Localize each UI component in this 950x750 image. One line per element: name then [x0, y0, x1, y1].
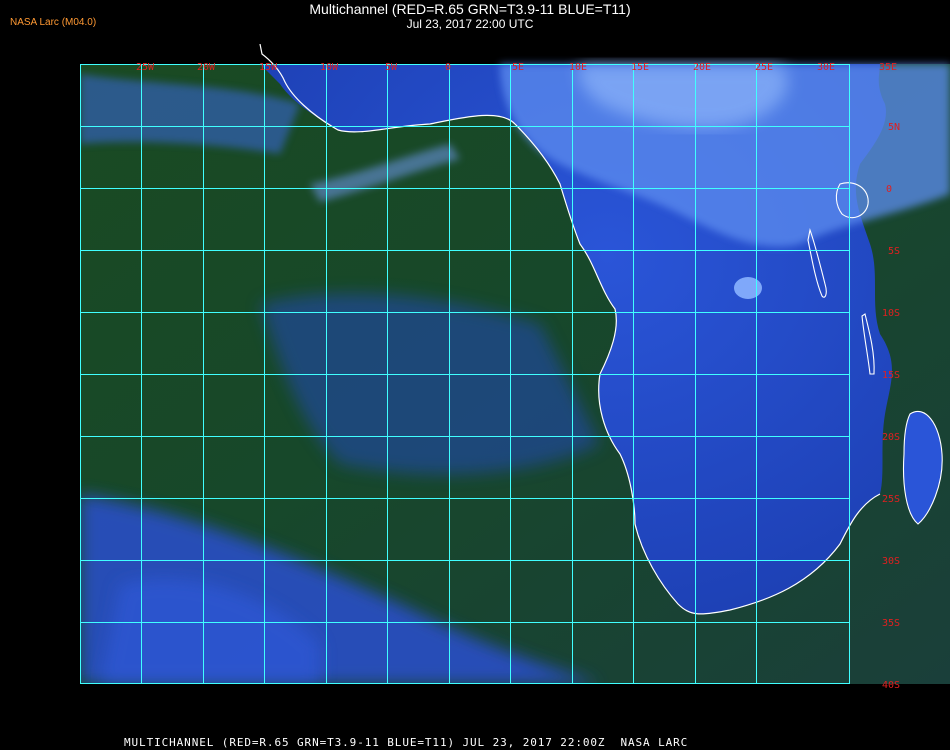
lat-label: 15S: [882, 370, 900, 381]
lat-label: 40S: [882, 680, 900, 691]
lon-label: 15E: [631, 62, 649, 73]
lat-label: 5N: [888, 122, 900, 133]
lon-label: 35E: [879, 62, 897, 73]
lat-label: 0: [886, 184, 892, 195]
lat-label: 5S: [888, 246, 900, 257]
brand-label: NASA Larc (M04.0): [10, 17, 97, 28]
lat-label: 35S: [882, 618, 900, 629]
lon-label: 20W: [197, 62, 216, 73]
title-datetime: Jul 23, 2017 22:00 UTC: [406, 17, 534, 31]
lon-label: 30E: [817, 62, 835, 73]
title-product: Multichannel (RED=R.65 GRN=T3.9-11 BLUE=…: [309, 1, 631, 17]
lat-label: 30S: [882, 556, 900, 567]
satellite-map: 25W 20W 15W 10W 5W 0 5E 10E 15E 20E 25E …: [80, 44, 950, 729]
map-bottom-band: [80, 684, 950, 729]
lon-label: 5W: [385, 62, 398, 73]
imagery: [80, 64, 950, 729]
lon-label: 25E: [755, 62, 773, 73]
lat-label: 20S: [882, 432, 900, 443]
lon-label: 10E: [569, 62, 587, 73]
storm-cell: [734, 277, 762, 299]
image-title: Multichannel (RED=R.65 GRN=T3.9-11 BLUE=…: [270, 2, 670, 32]
lat-label: 10S: [882, 308, 900, 319]
lon-label: 10W: [320, 62, 339, 73]
lat-label: 25S: [882, 494, 900, 505]
lon-label: 15W: [259, 62, 278, 73]
lon-label: 25W: [136, 62, 155, 73]
lon-label: 0: [445, 62, 451, 73]
footer-caption: MULTICHANNEL (RED=R.65 GRN=T3.9-11 BLUE=…: [124, 736, 689, 749]
lon-label: 5E: [512, 62, 524, 73]
lon-label: 20E: [693, 62, 711, 73]
